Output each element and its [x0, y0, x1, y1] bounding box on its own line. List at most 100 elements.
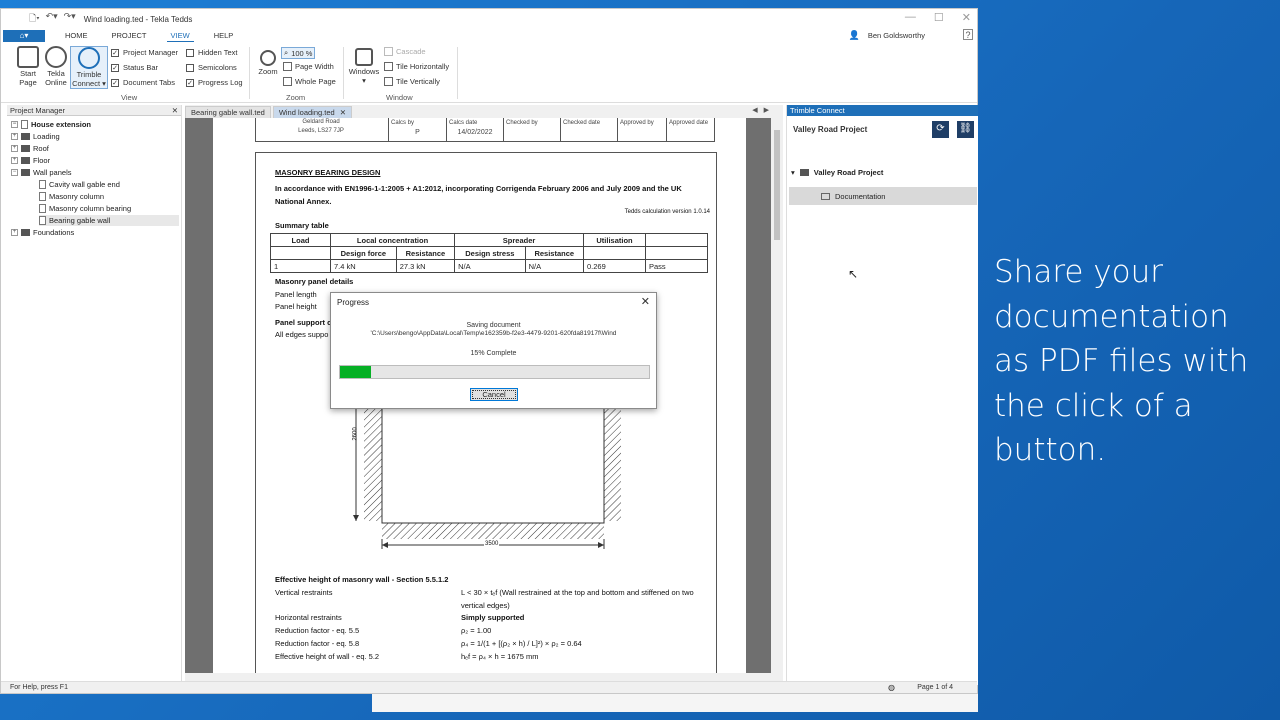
folder-icon	[799, 168, 809, 176]
zoom-button[interactable]: Zoom	[253, 46, 283, 77]
progress-path: 'C:\Users\bengo\AppData\Local\Temp\e1623…	[370, 330, 617, 337]
tree-item-floor[interactable]: + Floor	[11, 155, 50, 166]
tab-home[interactable]: HOME	[61, 30, 92, 41]
check-project-manager[interactable]: ✓ Project Manager	[111, 48, 178, 57]
progress-dialog: Progress ✕ Saving document 'C:\Users\ben…	[330, 292, 657, 409]
progress-bar	[339, 365, 650, 379]
mouse-cursor-icon: ↖	[848, 267, 859, 281]
status-page-number: Page 1 of 4	[917, 684, 953, 691]
dim-width-label: 3500	[484, 541, 500, 547]
dialog-close-icon[interactable]: ✕	[641, 295, 650, 308]
whole-page-icon	[283, 77, 292, 86]
ribbon-tabs: ⌂▾ HOME PROJECT VIEW HELP 👤 Ben Goldswor…	[1, 29, 977, 42]
progress-bar-fill	[340, 366, 371, 378]
globe-status-icon[interactable]: ◍	[888, 683, 895, 692]
tree-item-foundations[interactable]: + Foundations	[11, 227, 74, 238]
tree-item-bearing-gable-wall[interactable]: Bearing gable wall	[39, 215, 179, 226]
zoom-100-button[interactable]: ⌕ 100 %	[281, 47, 316, 59]
document-header-table: Calcs by P Calcs date 14/02/2022 Checked b…	[255, 118, 715, 142]
group-label-zoom: Zoom	[286, 93, 306, 102]
cancel-button[interactable]: Cancel	[470, 388, 518, 401]
trimble-connect-panel: Trimble Connect Valley Road Project ⟳ ⛓ …	[786, 105, 978, 685]
checked-by-cell: Checked by	[503, 118, 560, 142]
link-icon[interactable]: ⛓	[957, 121, 974, 138]
tile-vertically-button[interactable]: Tile Vertically	[384, 77, 440, 86]
folder-icon	[21, 145, 30, 152]
tree-item-house-extension[interactable]: − House extension	[11, 119, 91, 130]
progress-percent: 15% Complete	[470, 350, 517, 357]
effective-height-label: Effective height of wall - eq. 5.2	[275, 652, 380, 661]
folder-icon	[21, 157, 30, 164]
checked-date-cell: Checked date	[560, 118, 617, 142]
check-semicolons[interactable]: Semicolons	[186, 63, 237, 72]
windows-button[interactable]: Windows ▾	[347, 46, 381, 85]
project-manager-title: Project Manager	[10, 105, 66, 115]
new-doc-icon[interactable]: 🗋▾	[29, 11, 40, 27]
status-bar: For Help, press F1 ◍ Page 1 of 4	[1, 681, 977, 693]
page-width-button[interactable]: Page Width	[283, 62, 334, 71]
tree-item-wall-panels[interactable]: − Wall panels	[11, 167, 72, 178]
doc-tab-bearing-gable-wall[interactable]: Bearing gable wall.ted	[185, 106, 271, 118]
file-menu-button[interactable]: ⌂▾	[3, 29, 45, 42]
trimble-connect-header: Trimble Connect	[787, 105, 978, 116]
check-progress-log[interactable]: ✓ Progress Log	[186, 78, 243, 87]
tree-item-masonry-column[interactable]: Masonry column	[39, 191, 104, 202]
tile-horizontally-button[interactable]: Tile Horizontally	[384, 62, 449, 71]
vert-restraints-value-2: vertical edges)	[461, 601, 510, 610]
tab-help[interactable]: HELP	[210, 30, 238, 41]
approved-by-cell: Approved by	[617, 118, 666, 142]
reduction-factor-1-label: Reduction factor - eq. 5.5	[275, 626, 360, 635]
close-tab-icon[interactable]: ✕	[340, 108, 346, 117]
group-label-window: Window	[386, 93, 413, 102]
doc-tab-wind-loading[interactable]: Wind loading.ted ✕	[272, 106, 352, 118]
ribbon-separator	[457, 47, 458, 99]
check-hidden-text[interactable]: Hidden Text	[186, 48, 237, 57]
tree-item-roof[interactable]: + Roof	[11, 143, 49, 154]
trimble-connect-button[interactable]: Trimble Connect ▾	[70, 46, 108, 89]
approved-date-cell: Approved date	[666, 118, 716, 142]
close-panel-icon[interactable]: ✕	[172, 106, 178, 115]
horizontal-scrollbar[interactable]	[185, 673, 783, 681]
check-status-bar[interactable]: ✓ Status Bar	[111, 63, 158, 72]
tree-item-loading[interactable]: + Loading	[11, 131, 60, 142]
check-document-tabs[interactable]: ✓ Document Tabs	[111, 78, 175, 87]
close-icon[interactable]: ✕	[962, 11, 971, 24]
trimble-tree-root[interactable]: ▾ Valley Road Project	[791, 163, 883, 181]
whole-page-button[interactable]: Whole Page	[283, 77, 336, 86]
tree-item-masonry-column-bearing[interactable]: Masonry column bearing	[39, 203, 131, 214]
taskbar-strip	[372, 694, 978, 712]
cascade-button[interactable]: Cascade	[384, 47, 426, 56]
tab-view[interactable]: VIEW	[166, 30, 194, 42]
start-page-button[interactable]: Start Page	[13, 46, 43, 87]
ribbon-separator	[343, 47, 344, 99]
scroll-thumb[interactable]	[774, 130, 780, 240]
redo-icon[interactable]: ↷▾	[64, 11, 76, 27]
effective-height-value: hₑf = ρ₄ × h = 1675 mm	[461, 652, 539, 661]
undo-icon[interactable]: ↶▾	[46, 11, 58, 27]
tile-horizontal-icon	[384, 62, 393, 71]
user-info[interactable]: 👤 Ben Goldsworthy	[849, 30, 925, 41]
document-icon	[39, 180, 46, 189]
trimble-tree-documentation[interactable]: Documentation	[789, 187, 977, 205]
calcs-by-cell: Calcs by P	[388, 118, 446, 142]
minimize-icon[interactable]: —	[905, 11, 916, 24]
horiz-restraints-value: Simply supported	[461, 613, 525, 622]
trimble-connect-title: Trimble Connect	[790, 106, 845, 115]
tab-scroll-arrows[interactable]: ◀▶	[752, 106, 775, 114]
tree-item-cavity-wall[interactable]: Cavity wall gable end	[39, 179, 120, 190]
refresh-icon[interactable]: ⟳	[932, 121, 949, 138]
trimble-project-name: Valley Road Project	[793, 125, 868, 134]
user-icon: 👤	[848, 30, 860, 40]
collapse-arrow-icon[interactable]: ▾	[791, 168, 795, 177]
help-icon[interactable]: ?	[963, 29, 973, 40]
project-icon	[21, 120, 28, 129]
vertical-scrollbar[interactable]	[771, 118, 783, 681]
folder-icon	[21, 169, 30, 176]
tab-project[interactable]: PROJECT	[108, 30, 151, 41]
maximize-icon[interactable]: ☐	[934, 11, 944, 24]
vert-restraints-value-1: L < 30 × tₑf (Wall restrained at the top…	[461, 588, 694, 597]
document-icon	[39, 204, 46, 213]
status-help-text: For Help, press F1	[10, 684, 68, 691]
tekla-online-button[interactable]: Tekla Online	[41, 46, 71, 87]
reduction-factor-1-value: ρ₂ = 1.00	[461, 626, 492, 635]
